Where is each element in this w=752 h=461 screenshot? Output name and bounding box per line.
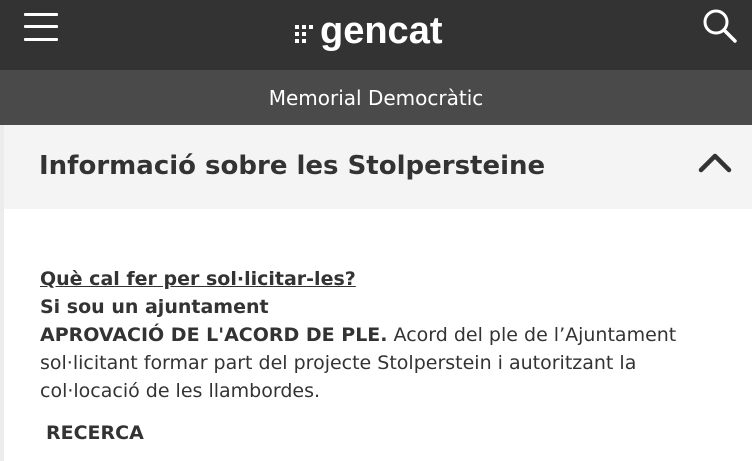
accordion-title: Informació sobre les Stolpersteine: [39, 151, 546, 181]
section-title[interactable]: Memorial Democràtic: [269, 86, 484, 110]
logo-text: gencat: [320, 10, 443, 52]
hamburger-menu-icon[interactable]: [24, 12, 58, 42]
accordion-body: Què cal fer per sol·licitar-les? Si sou …: [40, 265, 730, 405]
accordion-header[interactable]: Informació sobre les Stolpersteine: [4, 125, 752, 209]
section-subheader: Memorial Democràtic: [0, 70, 752, 125]
search-icon[interactable]: [702, 8, 738, 44]
recerca-section-label: RECERCA: [46, 422, 144, 444]
gencat-logo-mark-icon: [295, 25, 313, 43]
paragraph-lead: APROVACIÓ DE L'ACORD DE PLE.: [40, 324, 388, 346]
question-link[interactable]: Què cal fer per sol·licitar-les?: [40, 265, 730, 293]
gencat-logo[interactable]: gencat: [295, 6, 442, 56]
main-content: Informació sobre les Stolpersteine Què c…: [0, 125, 752, 461]
chevron-up-icon[interactable]: [698, 149, 732, 175]
top-navigation-bar: gencat: [0, 0, 752, 70]
paragraph: APROVACIÓ DE L'ACORD DE PLE. Acord del p…: [40, 324, 676, 402]
subheading: Si sou un ajuntament: [40, 296, 269, 318]
